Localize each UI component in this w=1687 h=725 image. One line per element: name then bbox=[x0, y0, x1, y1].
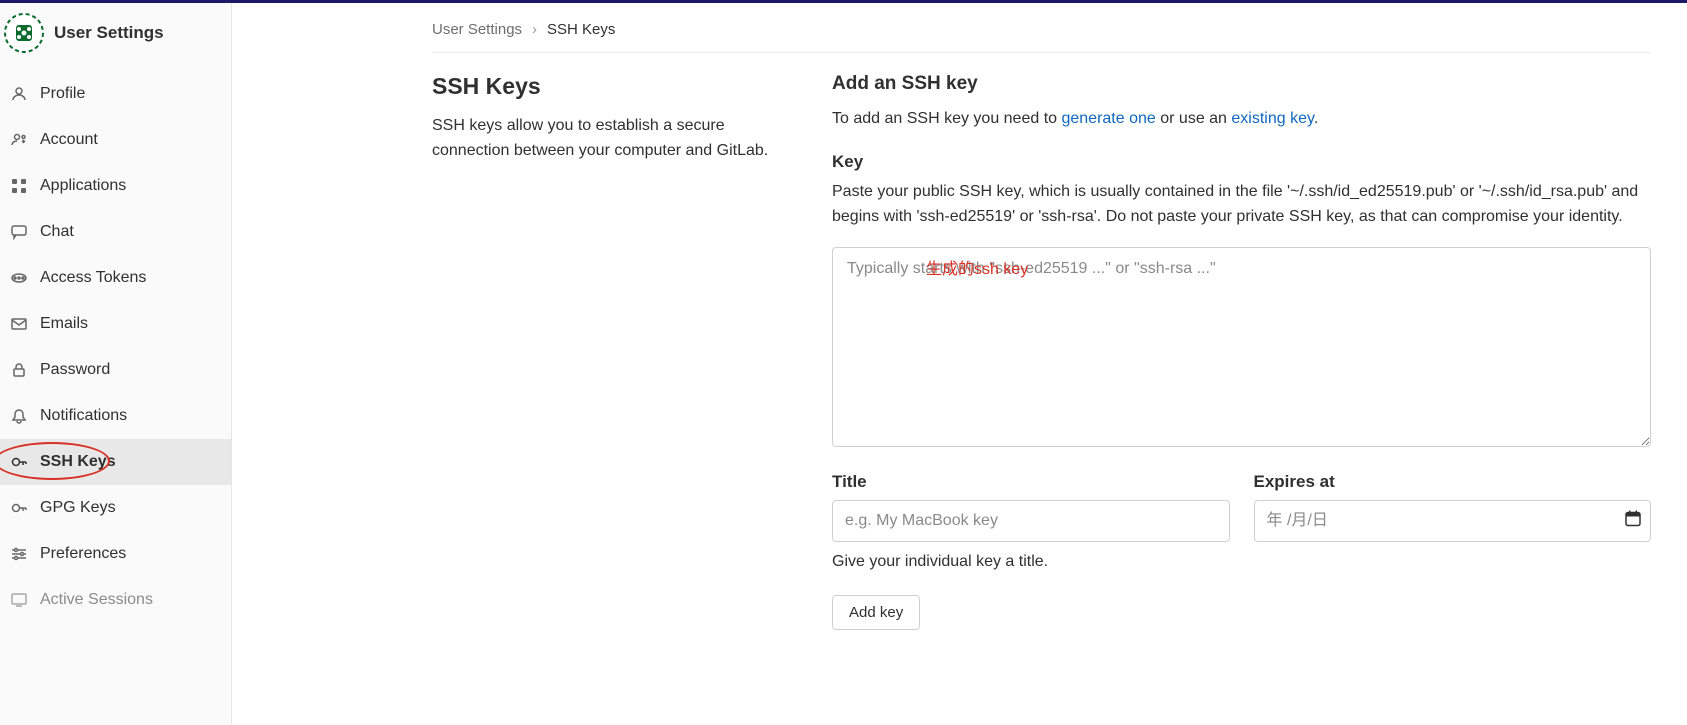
sidebar-item-profile[interactable]: Profile bbox=[0, 71, 231, 117]
add-key-button[interactable]: Add key bbox=[832, 595, 920, 630]
sidebar-item-label: Password bbox=[40, 361, 110, 379]
sidebar-item-label: Preferences bbox=[40, 545, 126, 563]
account-icon bbox=[10, 132, 28, 148]
main-content: User Settings › SSH Keys SSH Keys SSH ke… bbox=[232, 3, 1687, 725]
chat-icon bbox=[10, 224, 28, 240]
title-help-text: Give your individual key a title. bbox=[832, 550, 1230, 575]
sidebar: User Settings Profile Account Applicatio… bbox=[0, 3, 232, 725]
chevron-right-icon: › bbox=[532, 21, 537, 38]
sidebar-item-applications[interactable]: Applications bbox=[0, 163, 231, 209]
breadcrumb: User Settings › SSH Keys bbox=[432, 3, 1651, 53]
key-help-text: Paste your public SSH key, which is usua… bbox=[832, 180, 1651, 230]
sidebar-item-account[interactable]: Account bbox=[0, 117, 231, 163]
title-input[interactable] bbox=[832, 500, 1230, 542]
sidebar-item-gpg-keys[interactable]: GPG Keys bbox=[0, 485, 231, 531]
key-label: Key bbox=[832, 152, 1651, 172]
form-column: Add an SSH key To add an SSH key you nee… bbox=[832, 73, 1651, 630]
ssh-key-textarea[interactable] bbox=[832, 247, 1651, 447]
page-title: SSH Keys bbox=[432, 73, 792, 100]
avatar bbox=[4, 13, 44, 53]
sidebar-item-label: GPG Keys bbox=[40, 499, 116, 517]
sidebar-item-notifications[interactable]: Notifications bbox=[0, 393, 231, 439]
notifications-icon bbox=[10, 408, 28, 424]
sidebar-item-label: Active Sessions bbox=[40, 591, 153, 609]
sidebar-item-label: Emails bbox=[40, 315, 88, 333]
sidebar-item-label: Notifications bbox=[40, 407, 127, 425]
add-key-heading: Add an SSH key bbox=[832, 73, 1651, 95]
password-icon bbox=[10, 362, 28, 378]
title-label: Title bbox=[832, 472, 1230, 492]
sidebar-item-emails[interactable]: Emails bbox=[0, 301, 231, 347]
sidebar-item-label: Account bbox=[40, 131, 98, 149]
sidebar-title: User Settings bbox=[54, 23, 164, 43]
breadcrumb-current: SSH Keys bbox=[547, 21, 615, 38]
sidebar-item-label: Applications bbox=[40, 177, 126, 195]
sidebar-item-label: Access Tokens bbox=[40, 269, 146, 287]
existing-key-link[interactable]: existing key bbox=[1231, 110, 1313, 127]
sidebar-item-password[interactable]: Password bbox=[0, 347, 231, 393]
profile-icon bbox=[10, 86, 28, 102]
sidebar-header: User Settings bbox=[0, 3, 231, 71]
add-key-text: To add an SSH key you need to generate o… bbox=[832, 107, 1651, 132]
sidebar-item-preferences[interactable]: Preferences bbox=[0, 531, 231, 577]
breadcrumb-root[interactable]: User Settings bbox=[432, 21, 522, 38]
calendar-icon[interactable] bbox=[1625, 511, 1641, 532]
sidebar-item-active-sessions[interactable]: Active Sessions bbox=[0, 577, 231, 623]
active-sessions-icon bbox=[10, 592, 28, 608]
sidebar-item-label: Profile bbox=[40, 85, 85, 103]
applications-icon bbox=[10, 178, 28, 194]
page-description: SSH keys allow you to establish a secure… bbox=[432, 114, 792, 164]
gpg-keys-icon bbox=[10, 500, 28, 516]
sidebar-item-label: Chat bbox=[40, 223, 74, 241]
generate-one-link[interactable]: generate one bbox=[1061, 110, 1155, 127]
expires-input[interactable] bbox=[1254, 500, 1652, 542]
expires-label: Expires at bbox=[1254, 472, 1652, 492]
emails-icon bbox=[10, 316, 28, 332]
sidebar-item-label: SSH Keys bbox=[40, 453, 116, 471]
sidebar-item-access-tokens[interactable]: Access Tokens bbox=[0, 255, 231, 301]
sidebar-item-chat[interactable]: Chat bbox=[0, 209, 231, 255]
intro-column: SSH Keys SSH keys allow you to establish… bbox=[432, 73, 792, 630]
sidebar-item-ssh-keys[interactable]: SSH Keys bbox=[0, 439, 231, 485]
access-tokens-icon bbox=[10, 270, 28, 286]
preferences-icon bbox=[10, 546, 28, 562]
ssh-keys-icon bbox=[10, 454, 28, 470]
